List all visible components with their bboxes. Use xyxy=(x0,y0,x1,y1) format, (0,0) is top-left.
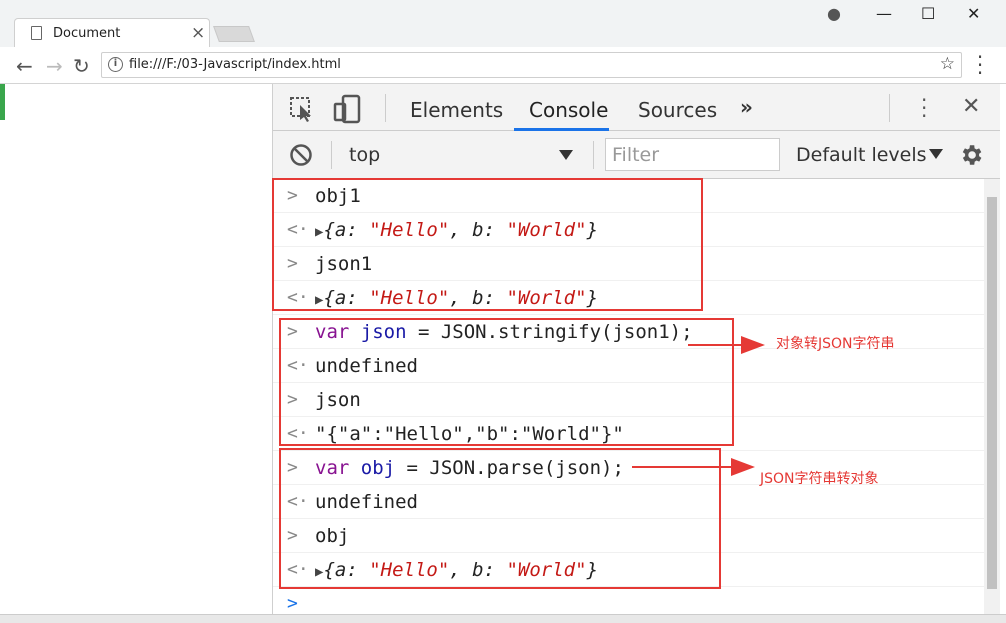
annotation-arrow xyxy=(688,344,742,346)
forward-arrow-icon[interactable]: → xyxy=(46,54,63,78)
more-tabs-icon[interactable]: » xyxy=(740,95,753,119)
console-toolbar: top Filter Default levels xyxy=(273,131,1000,179)
annotation-arrow-head xyxy=(731,458,755,476)
tab-close-icon[interactable]: × xyxy=(191,23,205,43)
console-scrollbar[interactable] xyxy=(984,179,1000,614)
clear-console-icon[interactable] xyxy=(289,143,313,167)
context-dropdown-icon[interactable] xyxy=(558,149,574,161)
annotation-note: JSON字符串转对象 xyxy=(760,471,879,487)
annotation-box xyxy=(272,178,703,311)
tab-title: Document xyxy=(53,26,121,41)
bookmark-star-icon[interactable]: ☆ xyxy=(940,54,955,74)
separator xyxy=(385,94,386,122)
separator xyxy=(331,141,332,169)
inspect-element-icon[interactable] xyxy=(289,96,315,122)
separator xyxy=(889,94,890,122)
settings-gear-icon[interactable] xyxy=(958,142,984,168)
scrollbar-thumb[interactable] xyxy=(987,197,997,589)
tab-elements[interactable]: Elements xyxy=(410,98,503,122)
maximize-button[interactable]: ☐ xyxy=(921,4,935,23)
minimize-button[interactable]: — xyxy=(876,4,892,23)
annotation-arrow xyxy=(632,466,732,468)
levels-dropdown[interactable]: Default levels xyxy=(796,144,927,166)
devtools-tab-bar: Elements Console Sources » · · · ✕ xyxy=(273,84,1000,131)
annotation-arrow-head xyxy=(741,336,765,354)
separator xyxy=(593,141,594,169)
devtools-menu-icon[interactable]: · · · xyxy=(921,90,927,126)
back-arrow-icon[interactable]: ← xyxy=(16,54,33,78)
document-icon xyxy=(31,26,42,40)
filter-input[interactable]: Filter xyxy=(605,138,780,171)
tab-sources[interactable]: Sources xyxy=(638,98,717,122)
address-bar: ← → ↻ i file:///F:/03-Javascript/index.h… xyxy=(0,47,1006,84)
account-icon[interactable]: ● xyxy=(827,4,841,23)
console-prompt-row[interactable]: > xyxy=(273,587,984,614)
close-window-button[interactable]: ✕ xyxy=(967,4,980,23)
annotation-note: 对象转JSON字符串 xyxy=(776,336,895,352)
browser-tab[interactable]: Document × xyxy=(14,18,210,48)
taskbar xyxy=(0,614,1006,623)
info-icon[interactable]: i xyxy=(108,57,123,72)
device-toolbar-icon[interactable] xyxy=(333,94,363,124)
active-prompt-icon[interactable]: > xyxy=(287,593,298,614)
close-devtools-icon[interactable]: ✕ xyxy=(962,94,980,119)
browser-menu-icon[interactable]: · · · xyxy=(976,47,984,83)
browser-window: Document × ● — ☐ ✕ ← → ↻ i file:///F:/03… xyxy=(0,0,1006,623)
url-text[interactable]: file:///F:/03-Javascript/index.html xyxy=(129,57,341,72)
url-bar[interactable]: i file:///F:/03-Javascript/index.html ☆ xyxy=(101,52,962,78)
tab-console[interactable]: Console xyxy=(529,98,608,122)
annotation-box xyxy=(279,318,734,446)
annotation-box xyxy=(279,448,721,589)
new-tab-button[interactable] xyxy=(213,26,255,42)
levels-dropdown-icon[interactable] xyxy=(928,148,944,160)
context-selector[interactable]: top xyxy=(349,144,380,166)
filter-placeholder: Filter xyxy=(612,144,660,166)
title-bar: Document × ● — ☐ ✕ xyxy=(0,0,1006,48)
reload-icon[interactable]: ↻ xyxy=(73,54,90,78)
